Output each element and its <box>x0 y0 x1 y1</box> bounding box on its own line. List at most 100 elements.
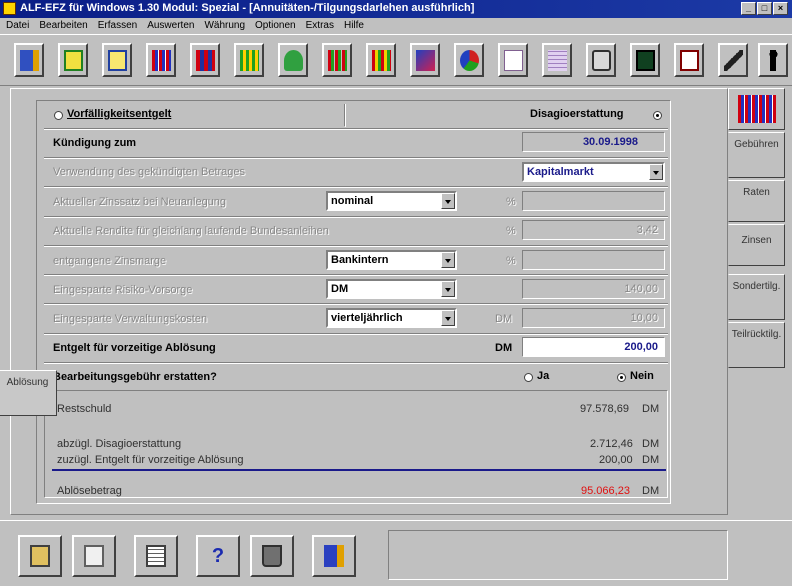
calculator-button[interactable] <box>630 43 660 77</box>
currency-button[interactable] <box>674 43 704 77</box>
pie-chart-button[interactable] <box>454 43 484 77</box>
tab-abloesung[interactable]: Ablösung <box>0 370 57 416</box>
menu-hilfe[interactable]: Hilfe <box>344 18 364 34</box>
zinssatz-combo-value: nominal <box>331 195 374 207</box>
tab-chart[interactable] <box>728 88 785 130</box>
bar-chart-green-button[interactable] <box>234 43 264 77</box>
rendite-label: Aktuelle Rendite für gleichlang laufende… <box>53 225 329 237</box>
vorfaelligkeit-radio[interactable] <box>54 111 63 120</box>
close-button[interactable]: × <box>773 2 788 15</box>
zinsmarge-unit: % <box>506 255 516 267</box>
tab-sondertilg-label: Sondertilg. <box>732 281 781 292</box>
ja-radio[interactable] <box>524 373 533 382</box>
form-icon <box>146 545 166 567</box>
verwaltung-label: Eingesparte Verwaltungskosten <box>53 313 208 325</box>
entgelt-unit: DM <box>495 342 513 354</box>
form-button[interactable] <box>134 535 178 577</box>
chevron-down-icon[interactable] <box>441 193 455 209</box>
brush-button[interactable] <box>718 43 748 77</box>
divider <box>44 157 668 159</box>
risiko-label: Eingesparte Risiko-Vorsorge <box>53 284 193 296</box>
nein-radio[interactable] <box>617 373 626 382</box>
chevron-down-icon[interactable] <box>649 164 663 180</box>
table-chart-button[interactable] <box>542 43 572 77</box>
menu-bearbeiten[interactable]: Bearbeiten <box>39 18 87 34</box>
pie-chart-icon <box>460 50 479 71</box>
print-preview-button[interactable] <box>102 43 132 77</box>
money-bag-button[interactable] <box>278 43 308 77</box>
zinsmarge-field[interactable] <box>522 250 665 270</box>
bar-chart-multi-button[interactable] <box>366 43 396 77</box>
verwendung-select[interactable]: Kapitalmarkt <box>522 162 665 182</box>
trash-icon <box>262 545 282 567</box>
calculator-button-bottom[interactable] <box>18 535 62 577</box>
risiko-field[interactable]: 140,00 <box>522 279 665 299</box>
verwaltung-value: 10,00 <box>630 312 658 324</box>
document-icon <box>84 545 104 567</box>
exit-door-button[interactable] <box>14 43 44 77</box>
abloese-value: 95.066,23 <box>581 485 630 497</box>
chevron-down-icon[interactable] <box>441 281 455 297</box>
disagio-radio[interactable] <box>653 111 662 120</box>
help-button[interactable]: ? <box>196 535 240 577</box>
chart-3d-button[interactable] <box>410 43 440 77</box>
maximize-button[interactable]: □ <box>757 2 772 15</box>
printer-button[interactable] <box>586 43 616 77</box>
chevron-down-icon[interactable] <box>441 252 455 268</box>
zinssatz-select[interactable]: nominal <box>326 191 457 211</box>
minimize-button[interactable]: _ <box>741 2 756 15</box>
rendite-field[interactable]: 3,42 <box>522 220 665 240</box>
calculator-icon <box>636 50 655 71</box>
verwaltung-combo-value: vierteljährlich <box>331 312 403 324</box>
bar-chart-red-button[interactable] <box>190 43 220 77</box>
person-button[interactable] <box>758 43 788 77</box>
open-folder-button[interactable] <box>58 43 88 77</box>
chevron-down-icon[interactable] <box>441 310 455 326</box>
tab-zinsen[interactable]: Zinsen <box>728 224 785 266</box>
divider <box>44 303 668 305</box>
exit-button-bottom[interactable] <box>312 535 356 577</box>
zinssatz-field[interactable] <box>522 191 665 211</box>
tab-sondertilg[interactable]: Sondertilg. <box>728 274 785 320</box>
bar-chart-red-icon <box>196 50 215 71</box>
divider <box>44 274 668 276</box>
line-chart-icon <box>504 50 523 71</box>
tab-teilruecktilg[interactable]: Teilrücktilg. <box>728 322 785 368</box>
risiko-select[interactable]: DM <box>326 279 457 299</box>
menu-datei[interactable]: Datei <box>6 18 29 34</box>
tab-raten[interactable]: Raten <box>728 180 785 222</box>
menu-erfassen[interactable]: Erfassen <box>98 18 137 34</box>
print-preview-icon <box>108 50 127 71</box>
verwaltung-field[interactable]: 10,00 <box>522 308 665 328</box>
toolbar <box>0 34 792 86</box>
document-button[interactable] <box>72 535 116 577</box>
menu-extras[interactable]: Extras <box>306 18 334 34</box>
entgelt-field[interactable]: 200,00 <box>522 337 665 357</box>
zinsmarge-select[interactable]: Bankintern <box>326 250 457 270</box>
menu-auswerten[interactable]: Auswerten <box>147 18 194 34</box>
divider <box>44 245 668 247</box>
bar-chart-icon <box>738 95 776 123</box>
trash-button[interactable] <box>250 535 294 577</box>
menu-optionen[interactable]: Optionen <box>255 18 296 34</box>
table-chart-icon <box>548 50 567 71</box>
line-chart-button[interactable] <box>498 43 528 77</box>
kuendigung-field[interactable]: 30.09.1998 <box>522 132 665 152</box>
brush-icon <box>724 50 743 71</box>
printer-icon <box>592 50 611 71</box>
bar-chart-button[interactable] <box>146 43 176 77</box>
verwaltung-select[interactable]: vierteljährlich <box>326 308 457 328</box>
tab-gebuehren[interactable]: Gebühren <box>728 132 785 178</box>
open-folder-icon <box>64 50 83 71</box>
bar-chart-mixed-button[interactable] <box>322 43 352 77</box>
menu-waehrung[interactable]: Währung <box>204 18 245 34</box>
rendite-unit: % <box>506 225 516 237</box>
restschuld-value: 97.578,69 <box>580 403 629 415</box>
tab-teilruecktilg-label: Teilrücktilg. <box>731 329 782 340</box>
zinsmarge-combo-value: Bankintern <box>331 254 389 266</box>
abzgl-label: abzügl. Disagioerstattung <box>57 438 182 450</box>
gebuehr-label: Bearbeitungsgebühr erstatten? <box>53 371 217 383</box>
divider <box>44 186 668 188</box>
bar-chart-icon <box>152 50 171 71</box>
kuendigung-value: 30.09.1998 <box>582 136 638 148</box>
